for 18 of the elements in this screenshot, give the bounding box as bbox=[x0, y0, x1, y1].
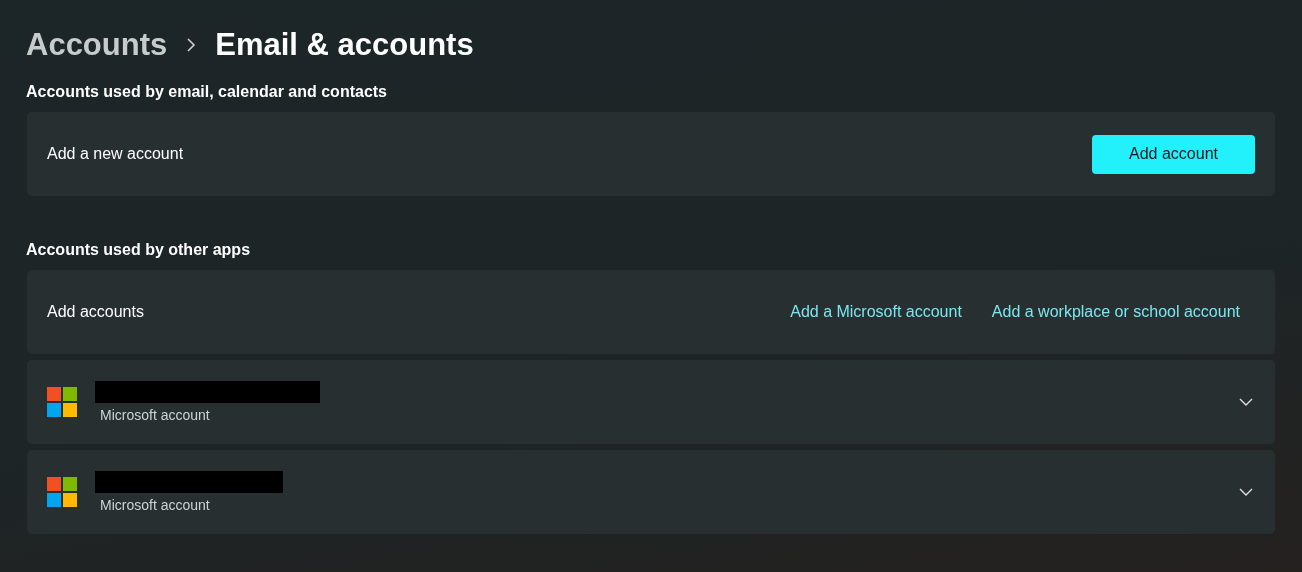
section-heading: Accounts used by email, calendar and contacts bbox=[25, 83, 387, 102]
chevron-down-icon[interactable] bbox=[1239, 398, 1253, 406]
link[interactable]: Add a Microsoft account bbox=[790, 303, 962, 321]
windows-logo-icon bbox=[47, 387, 77, 417]
windows-logo-icon bbox=[47, 477, 77, 507]
add-account-button[interactable]: Add account bbox=[1092, 134, 1255, 174]
link[interactable]: Add a workplace or school account bbox=[991, 303, 1240, 321]
account-type: Microsoft account bbox=[100, 407, 211, 423]
chevron-down-icon[interactable] bbox=[1239, 488, 1253, 496]
row-label: Add a new account bbox=[47, 145, 184, 163]
chevron-right-icon bbox=[185, 38, 198, 52]
page-title: Email & accounts bbox=[215, 27, 474, 63]
breadcrumb-link[interactable]: Accounts bbox=[26, 27, 168, 63]
account-card[interactable]: Microsoft account bbox=[27, 450, 1275, 534]
section-heading: Accounts used by other apps bbox=[25, 241, 251, 260]
row-label: Add accounts bbox=[47, 303, 144, 321]
account-card[interactable]: Microsoft account bbox=[27, 360, 1275, 444]
account-type: Microsoft account bbox=[100, 497, 211, 513]
